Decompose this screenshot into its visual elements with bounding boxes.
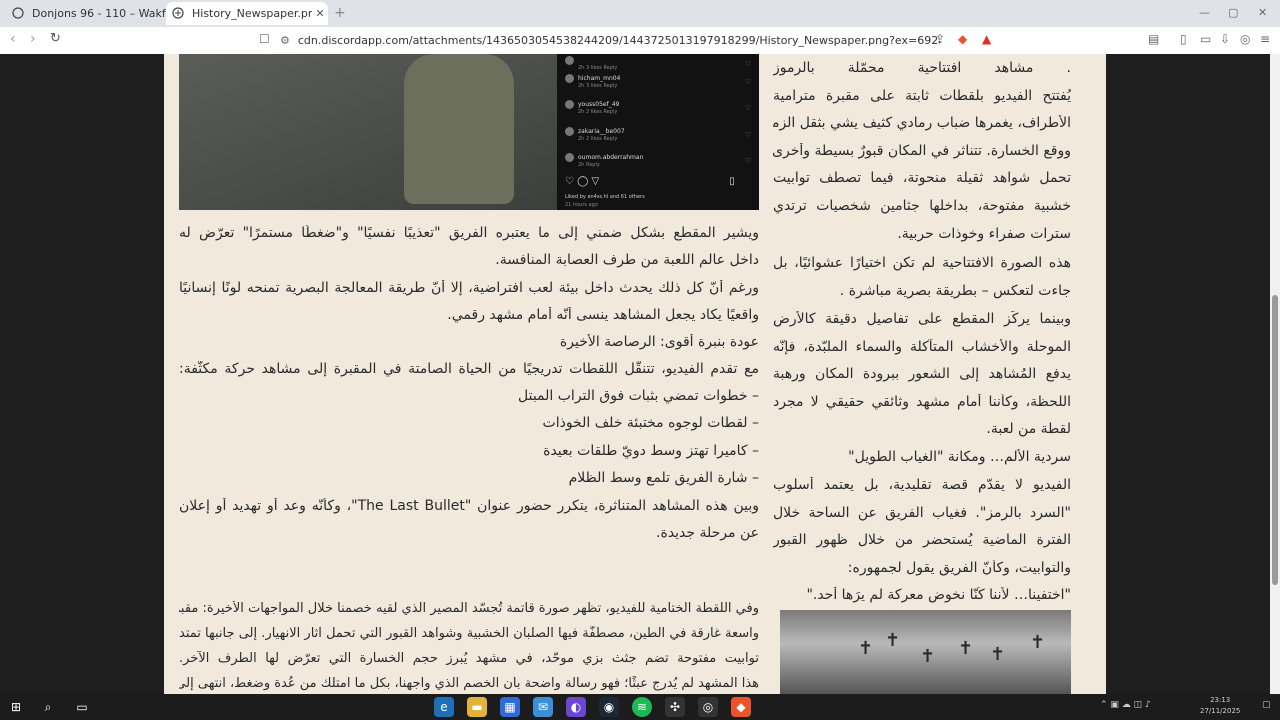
brave-shield-icon[interactable]: ◆ (958, 32, 967, 46)
article-line: الموحلة والأخشاب المتآكلة والسماء الملبّ… (773, 339, 1071, 355)
wallet-icon[interactable]: ▭ (1200, 32, 1211, 46)
tab-wakfu-guide[interactable]: Donjons 96 - 110 – Wakfu.Guide (6, 2, 166, 25)
site-info-icon[interactable]: ⚙ (280, 34, 290, 47)
edge-icon[interactable]: e (434, 697, 454, 717)
post-actions: ♡ ◯ ▽ ▯ (565, 176, 735, 187)
sidebar-icon[interactable]: ▯ (1180, 32, 1187, 46)
time-ago-text: 21 hours ago (565, 202, 598, 208)
share-icon[interactable]: ⇪ (935, 32, 945, 46)
heart-icon[interactable]: ♡ (745, 157, 751, 165)
liked-by-text: Liked by an4ss.hl and 61 others (565, 194, 645, 200)
tab-history-newspaper[interactable]: History_Newspaper.png (1414×... ✕ (166, 2, 328, 25)
graveyard-image: ✝ ✝ ✝ ✝ ✝ ✝ (780, 610, 1071, 694)
article-line: يدفع المُشاهد إلى الشعور ببرودة المكان و… (773, 366, 1071, 382)
globe-icon (12, 6, 26, 21)
restore-icon[interactable]: ▢ (1228, 6, 1238, 19)
article-line: داخل عالم اللعبة من طرف العصابة المنافسة… (495, 252, 759, 268)
article-line: تحمل شواهد ثقيلة منحوتة، فيما تصطف توابي… (773, 170, 1071, 186)
app-icon[interactable]: ✣ (665, 697, 685, 717)
close-tab-icon[interactable]: ✕ (312, 7, 328, 20)
address-bar: ‹ › ↻ ☐ ⚙ cdn.discordapp.com/attachments/… (0, 27, 1280, 55)
tab-title: Donjons 96 - 110 – Wakfu.Guide (32, 7, 166, 20)
article-line: الفيديو لا يقدّم قصة تقليدية، بل يعتمد أ… (773, 477, 1071, 493)
instagram-comments-panel: 2h 3 likes Reply ♡ hicham_mn04 2h 3 likes… (557, 54, 759, 210)
file-explorer-icon[interactable]: ▬ (467, 697, 487, 717)
task-view-icon[interactable]: ▭ (72, 697, 92, 717)
brave-icon[interactable]: ◆ (731, 697, 751, 717)
search-icon[interactable]: ⌕ (38, 697, 58, 717)
steam-icon[interactable]: ◉ (599, 697, 619, 717)
article-line: ويشير المقطع بشكل ضمني إلى ما يعتبره الف… (179, 225, 759, 241)
article-line: يُفتتح الفيديو بلقطات ثابتة على مقبرة مت… (773, 88, 1071, 104)
article-line: جاءت لتعكس – بطريقة بصرية مباشرة . (839, 283, 1071, 299)
game-character (404, 54, 514, 204)
heart-icon[interactable]: ♡ (745, 104, 751, 112)
article-line: . مشاهد افتتاحية محمّلة بالرموز (773, 60, 1071, 76)
notification-icon[interactable]: ▢ (1262, 700, 1271, 710)
url-field[interactable]: ⚙ cdn.discordapp.com/attachments/14365030… (280, 31, 940, 50)
save-icon: ▯ (729, 176, 735, 187)
windows-start-icon[interactable]: ⊞ (6, 697, 26, 717)
app-icon[interactable]: ◐ (566, 697, 586, 717)
list-item: – خطوات تمضي بثبات فوق التراب المبتل (518, 388, 759, 404)
article-line: وبين هذه المشاهد المتناثرة، يتكرر حضور ع… (179, 498, 759, 514)
forward-icon[interactable]: › (30, 31, 36, 47)
article-line: ووقع الخسارة. تتناثر في المكان قبورٌ بسي… (773, 143, 1071, 159)
new-tab-icon[interactable]: + (334, 5, 346, 21)
article-line: ورغم أنّ كل ذلك يحدث داخل بيئة لعب افترا… (179, 280, 759, 296)
article-line: اللحظة، وكأننا أمام مشهد وثائقي حقيقي لا… (773, 394, 1071, 410)
bookmark-icon[interactable]: ☐ (259, 32, 270, 46)
menu-icon[interactable]: ≡ (1260, 32, 1270, 46)
tab-title: History_Newspaper.png (1414×... (192, 7, 312, 20)
back-icon[interactable]: ‹ (10, 31, 16, 47)
article-line: وبينما يركّز المقطع على تفاصيل دقيقة كال… (773, 311, 1071, 327)
article-line: واقعيًا يكاد يجعل المشاهد ينسى أنّه أمام… (447, 307, 759, 323)
reload-icon[interactable]: ↻ (50, 31, 61, 46)
article-line: توابيت مفتوحة تضم جثث بزي موحّد، في مشهد… (179, 651, 759, 666)
article-line: وفي اللقطة الختامية للفيديو، تظهر صورة ق… (179, 601, 759, 616)
article-line: عن مرحلة جديدة. (656, 525, 759, 541)
spotify-icon[interactable]: ≋ (632, 697, 652, 717)
article-line: هذا المشهد لم يُدرج عبثًا؛ فهو رسالة واض… (179, 676, 759, 691)
heart-icon[interactable]: ♡ (745, 60, 751, 68)
article-line: لقطة من لعبة. (986, 421, 1071, 437)
clock-date: 27/11/2025 (1200, 707, 1241, 715)
rewards-icon[interactable]: ▲ (982, 32, 991, 46)
list-item: – كاميرا تهتز وسط دويّ طلقات بعيدة (543, 443, 759, 459)
heart-icon[interactable]: ♡ (745, 131, 751, 139)
downloads-icon[interactable]: ⇩ (1220, 32, 1230, 46)
game-screenshot-image: 2h 3 likes Reply ♡ hicham_mn04 2h 3 likes… (179, 54, 759, 210)
system-tray-icons[interactable]: ⌃ ▣ ☁ ◫ ♪ (1100, 700, 1151, 710)
mail-icon[interactable]: ✉ (533, 697, 553, 717)
article-line: مع تقدم الفيديو، تتنقّل اللقطات تدريجيًا… (179, 361, 759, 377)
article-line: "السرد بالرمز". فغياب الفريق عن الساحة خ… (773, 505, 1071, 521)
article-quote: "اختفينا… لأننا كُنّا نخوض معركة لم يرَه… (806, 587, 1071, 603)
scrollbar-thumb[interactable] (1272, 295, 1278, 585)
section-heading: عودة بنبرة أقوى: الرصاصة الأخيرة (559, 334, 759, 350)
calendar-icon[interactable]: ▦ (500, 697, 520, 717)
app-icon[interactable]: ◎ (698, 697, 718, 717)
article-line: الأطراف، يغمرها ضباب رمادي كثيف يشي بثقل… (773, 115, 1071, 131)
article-line: واسعة غارقة في الطين، مصطفّة فيها الصلبا… (179, 626, 759, 641)
url-text: cdn.discordapp.com/attachments/143650305… (297, 34, 940, 47)
taskbar: ⊞ ⌕ ▭ e ▬ ▦ ✉ ◐ ◉ ≋ ✣ ◎ ◆ ⌃ ▣ ☁ ◫ ♪ 23:1… (0, 694, 1280, 720)
tab-bar: Donjons 96 - 110 – Wakfu.Guide History_N… (0, 0, 1280, 27)
close-window-icon[interactable]: ✕ (1258, 6, 1267, 19)
vpn-icon[interactable]: ◎ (1240, 32, 1250, 46)
heart-icon[interactable]: ♡ (745, 78, 751, 86)
minimize-icon[interactable]: — (1199, 6, 1210, 19)
clock[interactable]: 23:13 27/11/2025 (1200, 695, 1240, 717)
list-item: – شارة الفريق تلمع وسط الظلام (568, 470, 759, 486)
article-line: الفترة الماضية يُستحضر من خلال ظهور القب… (773, 532, 1071, 548)
list-item: – لقطات لوجوه مختبئة خلف الخوذات (542, 415, 759, 431)
article-line: سترات صفراء وخوذات حربية. (897, 226, 1071, 242)
reader-icon[interactable]: ▤ (1148, 32, 1159, 46)
clock-time: 23:13 (1210, 696, 1231, 704)
article-line: والتوابيت، وكأنّ الفريق يقول لجمهوره: (847, 560, 1071, 576)
article-line: هذه الصورة الافتتاحية لم تكن اختيارًا عش… (773, 255, 1071, 271)
article-line: خشبية مفتوحة، بداخلها جثامين شخصيات ترتد… (773, 198, 1071, 214)
section-heading: سردية الألم… ومكانة "الغياب الطويل" (848, 449, 1071, 465)
image-icon (172, 6, 186, 21)
